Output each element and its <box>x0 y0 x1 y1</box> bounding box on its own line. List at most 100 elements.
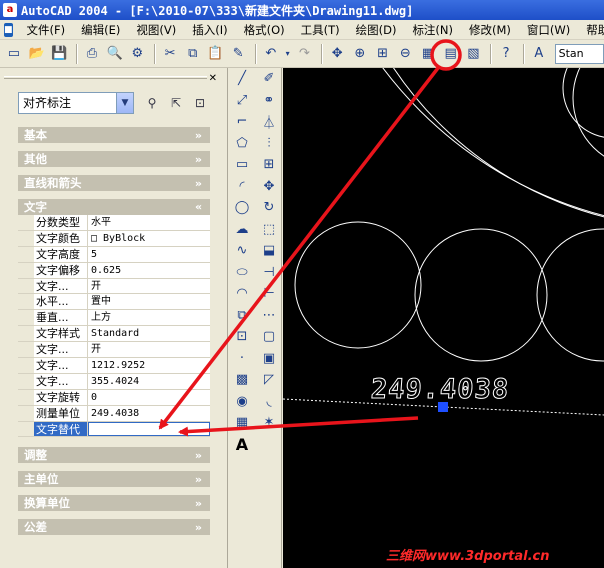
property-value[interactable]: 开 <box>88 278 210 294</box>
explode-icon[interactable]: ✶ <box>258 412 280 434</box>
menu-file[interactable]: 文件(F) <box>19 22 74 38</box>
section-basic[interactable]: 基本 » <box>18 127 210 144</box>
menu-insert[interactable]: 插入(I) <box>184 22 235 38</box>
polyline-icon[interactable]: ⌐ <box>231 111 253 133</box>
property-row[interactable]: 文字样式 Standard <box>18 326 210 343</box>
make-block-icon[interactable]: ⊡ <box>231 326 253 348</box>
property-row[interactable]: 文字颜色 □ ByBlock <box>18 230 210 247</box>
text-override-input[interactable] <box>88 421 210 437</box>
menu-help[interactable]: 帮助 <box>578 22 604 38</box>
menu-modify[interactable]: 修改(M) <box>461 22 519 38</box>
extend-icon[interactable]: ⊢ <box>258 283 280 305</box>
break-at-point-icon[interactable]: ⋯ <box>258 305 280 327</box>
property-value[interactable]: 5 <box>88 246 210 262</box>
property-row[interactable]: 文字高度 5 <box>18 246 210 263</box>
print-preview-icon[interactable]: 🔍 <box>105 44 125 64</box>
toggle-pickadd-icon[interactable]: ⚲ <box>142 94 162 112</box>
mirror-icon[interactable]: ⏃ <box>258 111 280 133</box>
trim-icon[interactable]: ⊣ <box>258 262 280 284</box>
document-icon[interactable]: ■ <box>4 22 13 37</box>
spline-icon[interactable]: ∿ <box>231 240 253 262</box>
dimension-text[interactable]: 249.4038 <box>369 374 510 406</box>
construction-line-icon[interactable]: ⤢ <box>231 90 253 112</box>
point-icon[interactable]: · <box>231 348 253 370</box>
section-other[interactable]: 其他 » <box>18 151 210 168</box>
hatch-icon[interactable]: ▩ <box>231 369 253 391</box>
join-icon[interactable]: ▣ <box>258 348 280 370</box>
property-value[interactable]: Standard <box>88 326 210 342</box>
property-value[interactable]: 355.4024 <box>88 373 210 389</box>
scale-icon[interactable]: ⬚ <box>258 219 280 241</box>
property-row[interactable]: 分数类型 水平 <box>18 215 210 231</box>
property-value[interactable]: 0.625 <box>88 262 210 278</box>
property-row[interactable]: 文字... 355.4024 <box>18 373 210 390</box>
property-row[interactable]: 文字旋转 0 <box>18 389 210 406</box>
stretch-icon[interactable]: ⬓ <box>258 240 280 262</box>
property-row[interactable]: 水平... 置中 <box>18 294 210 311</box>
property-row[interactable]: 文字... 1212.9252 <box>18 358 210 374</box>
arc-icon[interactable]: ◜ <box>231 176 253 198</box>
pan-icon[interactable]: ✥ <box>327 44 347 64</box>
chamfer-icon[interactable]: ◸ <box>258 369 280 391</box>
property-value[interactable]: □ ByBlock <box>88 230 210 246</box>
match-properties-icon[interactable]: ✎ <box>228 44 248 64</box>
rotate-icon[interactable]: ↻ <box>258 197 280 219</box>
quick-select-icon[interactable]: ⊡ <box>190 94 210 112</box>
menu-edit[interactable]: 编辑(E) <box>73 22 128 38</box>
fillet-icon[interactable]: ◟ <box>258 391 280 413</box>
polygon-icon[interactable]: ⬠ <box>231 133 253 155</box>
text-style-select[interactable]: Stan <box>554 43 604 64</box>
revision-cloud-icon[interactable]: ☁ <box>231 219 253 241</box>
dimension-grip[interactable] <box>438 402 448 412</box>
zoom-previous-icon[interactable]: ⊖ <box>395 44 415 64</box>
section-tolerances[interactable]: 公差 » <box>18 519 210 536</box>
section-alt-units[interactable]: 换算单位 » <box>18 495 210 512</box>
section-lines-arrows[interactable]: 直线和箭头 » <box>18 175 210 192</box>
property-value[interactable]: 开 <box>88 342 210 358</box>
open-folder-icon[interactable]: 📂 <box>27 44 47 64</box>
break-icon[interactable]: ▢ <box>258 326 280 348</box>
copy-icon[interactable]: ⧉ <box>183 44 203 64</box>
object-type-select[interactable]: 对齐标注 ▼ <box>18 92 134 114</box>
close-icon[interactable]: ✕ <box>209 73 217 84</box>
palette-grip[interactable] <box>4 76 207 79</box>
region-icon[interactable]: ◉ <box>231 391 253 413</box>
section-fit[interactable]: 调整 » <box>18 447 210 464</box>
move-icon[interactable]: ✥ <box>258 176 280 198</box>
tool-palettes-icon[interactable]: ▧ <box>464 44 484 64</box>
menu-dimension[interactable]: 标注(N) <box>404 22 461 38</box>
menu-window[interactable]: 窗口(W) <box>519 22 578 38</box>
new-file-icon[interactable]: ▭ <box>4 44 24 64</box>
ellipse-arc-icon[interactable]: ◠ <box>231 283 253 305</box>
zoom-realtime-icon[interactable]: ⊕ <box>350 44 370 64</box>
design-center-icon[interactable]: ▤ <box>441 44 461 64</box>
ellipse-icon[interactable]: ⬭ <box>231 262 253 284</box>
select-objects-icon[interactable]: ⇱ <box>166 94 186 112</box>
menu-draw[interactable]: 绘图(D) <box>348 22 405 38</box>
line-icon[interactable]: ╱ <box>231 68 253 90</box>
copy-object-icon[interactable]: ⚭ <box>258 90 280 112</box>
properties-icon[interactable]: ▦ <box>418 44 438 64</box>
text-style-icon[interactable]: A <box>529 44 549 64</box>
publish-icon[interactable]: ⚙ <box>128 44 148 64</box>
property-row[interactable]: 垂直... 上方 <box>18 310 210 327</box>
redo-icon[interactable]: ↷ <box>295 44 315 64</box>
menu-format[interactable]: 格式(O) <box>236 22 293 38</box>
property-row[interactable]: 文字... 开 <box>18 278 210 295</box>
help-icon[interactable]: ? <box>496 44 516 64</box>
property-row[interactable]: 测量单位 249.4038 <box>18 405 210 422</box>
chevron-down-icon[interactable]: ▼ <box>116 93 133 113</box>
property-value[interactable]: 水平 <box>88 215 210 230</box>
menu-view[interactable]: 视图(V) <box>128 22 184 38</box>
circle-icon[interactable]: ◯ <box>231 197 253 219</box>
property-value[interactable]: 置中 <box>88 294 210 310</box>
property-row-text-override[interactable]: 文字替代 <box>18 421 210 438</box>
paste-icon[interactable]: 📋 <box>206 44 226 64</box>
menu-tools[interactable]: 工具(T) <box>293 22 348 38</box>
property-value[interactable]: 1212.9252 <box>88 358 210 373</box>
multiline-text-icon[interactable]: A <box>231 434 253 456</box>
array-icon[interactable]: ⊞ <box>258 154 280 176</box>
property-value[interactable]: 上方 <box>88 310 210 326</box>
rectangle-icon[interactable]: ▭ <box>231 154 253 176</box>
property-row[interactable]: 文字... 开 <box>18 342 210 359</box>
